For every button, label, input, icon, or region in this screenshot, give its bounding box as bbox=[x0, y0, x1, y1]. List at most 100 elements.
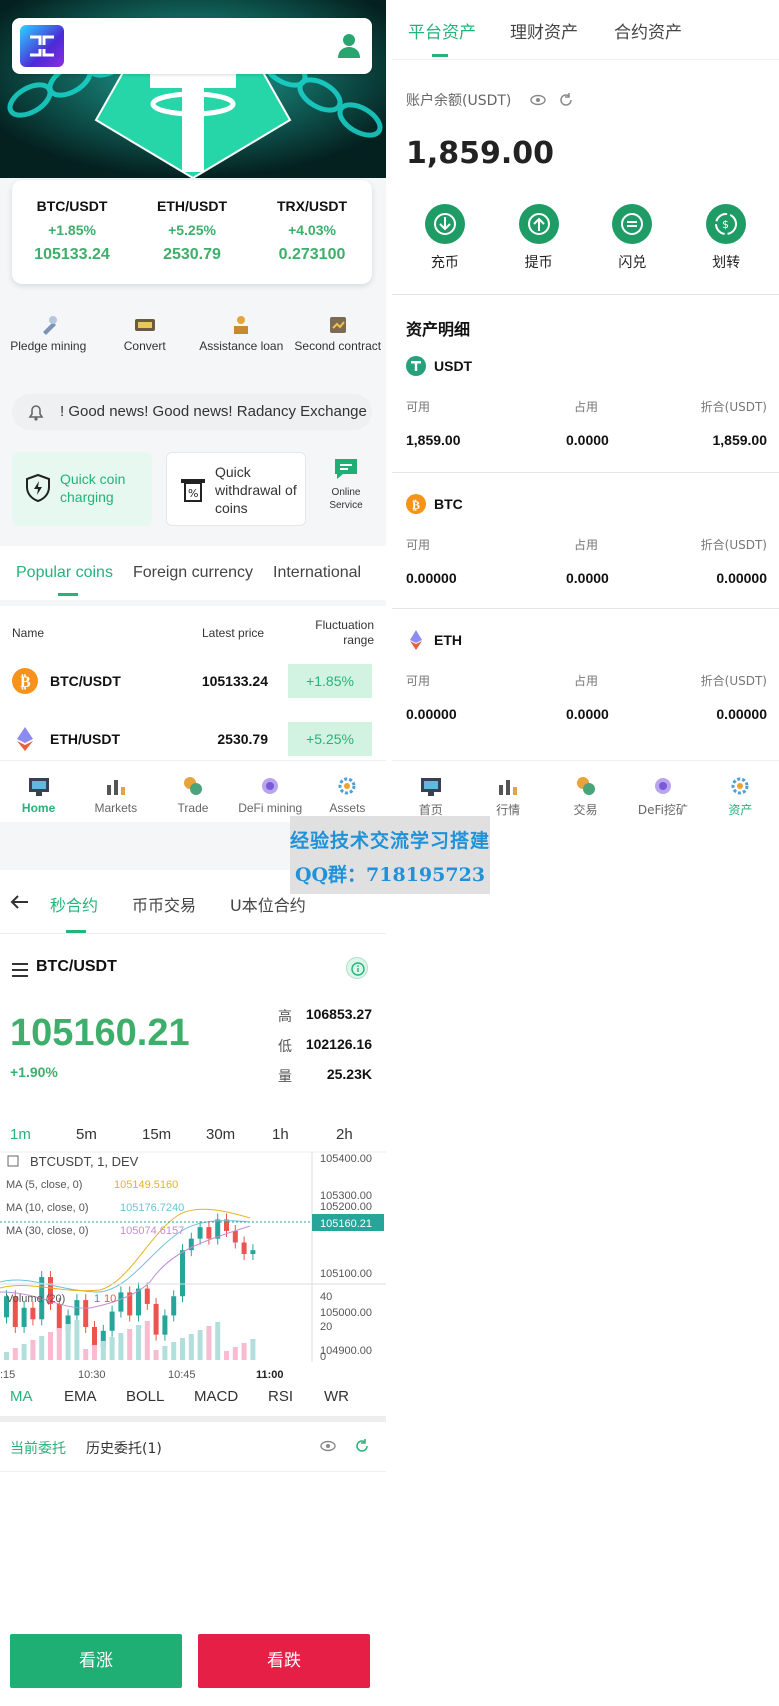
timeframe-15m[interactable]: 15m bbox=[142, 1126, 171, 1143]
col-available: 可用 bbox=[406, 538, 431, 552]
asset-row-eth[interactable]: ETH 可用 占用 折合(USDT) 0.00000 0.0000 0.0000… bbox=[392, 630, 779, 766]
market-row[interactable]: ETH/USDT 2530.79 +5.25% bbox=[0, 714, 386, 764]
trade-screen: 秒合约 币币交易 U本位合约 BTC/USDT 105160.21 +1.90%… bbox=[0, 872, 386, 1706]
markets-icon bbox=[105, 775, 127, 797]
nav-label: Trade bbox=[177, 801, 209, 815]
ma30-label: MA (30, close, 0) bbox=[6, 1225, 89, 1237]
volume-bar bbox=[109, 1337, 115, 1360]
volume-bar bbox=[180, 1338, 185, 1360]
back-arrow-icon[interactable] bbox=[10, 894, 30, 910]
pledge-icon bbox=[37, 314, 59, 336]
timeframe-5m[interactable]: 5m bbox=[76, 1126, 97, 1143]
indicator-wr[interactable]: WR bbox=[324, 1388, 349, 1405]
home-header bbox=[12, 18, 372, 74]
indicator-ema[interactable]: EMA bbox=[64, 1388, 97, 1405]
buy-up-button[interactable]: 看涨 bbox=[10, 1634, 182, 1688]
quick-convert[interactable]: Convert bbox=[97, 296, 194, 378]
volume-bar bbox=[12, 1348, 18, 1360]
deposit-button[interactable]: 充币 bbox=[398, 204, 492, 294]
tab-spot-trading[interactable]: 币币交易 bbox=[132, 892, 196, 916]
volume-bars bbox=[4, 1320, 256, 1360]
nav-trade[interactable]: Trade bbox=[154, 761, 231, 822]
indicator-rsi[interactable]: RSI bbox=[268, 1388, 293, 1405]
ticker-eth[interactable]: ETH/USDT +5.25% 2530.79 bbox=[132, 180, 252, 284]
divider bbox=[392, 294, 779, 295]
withdraw-button[interactable]: 提币 bbox=[492, 204, 586, 294]
nav-assets[interactable]: Assets bbox=[309, 761, 386, 822]
info-icon[interactable] bbox=[346, 957, 368, 979]
timeframe-2h[interactable]: 2h bbox=[336, 1126, 353, 1143]
refresh-icon[interactable] bbox=[354, 1438, 370, 1454]
ticker-pair: BTC/USDT bbox=[36, 198, 108, 214]
tab-platform-assets[interactable]: 平台资产 bbox=[408, 18, 476, 43]
indicator-macd[interactable]: MACD bbox=[194, 1388, 238, 1405]
ticker-change: +5.25% bbox=[168, 222, 216, 238]
tab-current-orders[interactable]: 当前委托 bbox=[10, 1438, 66, 1458]
tab-international[interactable]: International bbox=[273, 564, 361, 582]
timeframe-30m[interactable]: 30m bbox=[206, 1126, 235, 1143]
timeframe-1m[interactable]: 1m bbox=[10, 1126, 31, 1143]
tab-foreign-currency[interactable]: Foreign currency bbox=[133, 564, 253, 582]
quick-label: Pledge mining bbox=[10, 339, 87, 353]
chart-symbol[interactable]: BTCUSDT, 1, DEV bbox=[30, 1154, 139, 1169]
candle bbox=[250, 1250, 256, 1254]
nav-trade[interactable]: 交易 bbox=[547, 761, 624, 822]
tab-finance-assets[interactable]: 理财资产 bbox=[510, 18, 578, 43]
buy-down-button[interactable]: 看跌 bbox=[198, 1634, 370, 1688]
asset-tabs: 平台资产 理财资产 合约资产 bbox=[392, 0, 779, 60]
eye-icon[interactable] bbox=[320, 1438, 336, 1454]
loan-icon bbox=[230, 314, 252, 336]
volume-bar bbox=[30, 1340, 36, 1360]
action-label: 提币 bbox=[524, 255, 553, 271]
nav-defi-mining[interactable]: DeFi mining bbox=[232, 761, 309, 822]
app-logo[interactable] bbox=[20, 25, 64, 67]
available-value: 0.00000 bbox=[406, 570, 457, 586]
quick-label: Convert bbox=[123, 339, 166, 353]
tab-second-contract[interactable]: 秒合约 bbox=[50, 892, 98, 916]
nav-home[interactable]: 首页 bbox=[392, 761, 469, 822]
action-label: 闪兑 bbox=[618, 255, 647, 271]
nav-label: DeFi挖矿 bbox=[637, 803, 688, 817]
ticker-trx[interactable]: TRX/USDT +4.03% 0.273100 bbox=[252, 180, 372, 284]
quick-withdraw-button[interactable]: % Quick withdrawal of coins bbox=[166, 452, 306, 526]
nav-assets[interactable]: 资产 bbox=[702, 761, 779, 822]
nav-markets[interactable]: Markets bbox=[77, 761, 154, 822]
quick-charge-button[interactable]: Quick coin charging bbox=[12, 452, 152, 526]
market-price: 2530.79 bbox=[217, 731, 268, 747]
volume-axis-label: 40 bbox=[320, 1291, 332, 1303]
ticker-btc[interactable]: BTC/USDT +1.85% 105133.24 bbox=[12, 180, 132, 284]
market-row[interactable]: ₿ BTC/USDT 105133.24 +1.85% bbox=[0, 656, 386, 706]
indicator-boll[interactable]: BOLL bbox=[126, 1388, 164, 1405]
nav-home[interactable]: Home bbox=[0, 761, 77, 822]
nav-markets[interactable]: 行情 bbox=[469, 761, 546, 822]
volume-bar bbox=[232, 1347, 238, 1360]
indicator-ma[interactable]: MA bbox=[10, 1388, 33, 1405]
menu-icon[interactable] bbox=[12, 962, 28, 977]
user-avatar-icon[interactable] bbox=[334, 30, 364, 60]
collapse-icon[interactable] bbox=[7, 1155, 19, 1167]
converted-value: 0.00000 bbox=[716, 706, 767, 722]
col-occupied: 占用 bbox=[574, 674, 599, 688]
notice-bar[interactable]: ! Good news! Good news! Radancy Exchange bbox=[12, 394, 372, 430]
asset-row-btc[interactable]: ₿ BTC 可用 占用 折合(USDT) 0.00000 0.0000 0.00… bbox=[392, 494, 779, 630]
quick-pledge-mining[interactable]: Pledge mining bbox=[0, 296, 97, 378]
refresh-icon[interactable] bbox=[558, 92, 574, 108]
online-service-button[interactable]: Online Service bbox=[318, 456, 374, 512]
quick-assistance-loan[interactable]: Assistance loan bbox=[193, 296, 290, 378]
trade-pair[interactable]: BTC/USDT bbox=[36, 958, 117, 976]
timeframe-1h[interactable]: 1h bbox=[272, 1126, 289, 1143]
tab-contract-assets[interactable]: 合约资产 bbox=[614, 18, 682, 43]
withdraw-icon bbox=[518, 204, 559, 244]
tab-usdt-futures[interactable]: U本位合约 bbox=[230, 892, 306, 916]
volume-bar bbox=[39, 1336, 45, 1360]
order-tabs: 当前委托 历史委托(1) bbox=[0, 1422, 386, 1472]
tab-order-history[interactable]: 历史委托(1) bbox=[86, 1438, 162, 1458]
eye-icon[interactable] bbox=[530, 92, 546, 108]
quick-second-contract[interactable]: Second contract bbox=[290, 296, 387, 378]
flash-swap-button[interactable]: 闪兑 bbox=[586, 204, 680, 294]
transfer-button[interactable]: $ 划转 bbox=[679, 204, 773, 294]
tab-popular-coins[interactable]: Popular coins bbox=[16, 564, 113, 596]
volume-bar bbox=[188, 1334, 194, 1360]
nav-defi-mining[interactable]: DeFi挖矿 bbox=[624, 761, 701, 822]
current-price: 105160.21 bbox=[10, 1012, 190, 1054]
